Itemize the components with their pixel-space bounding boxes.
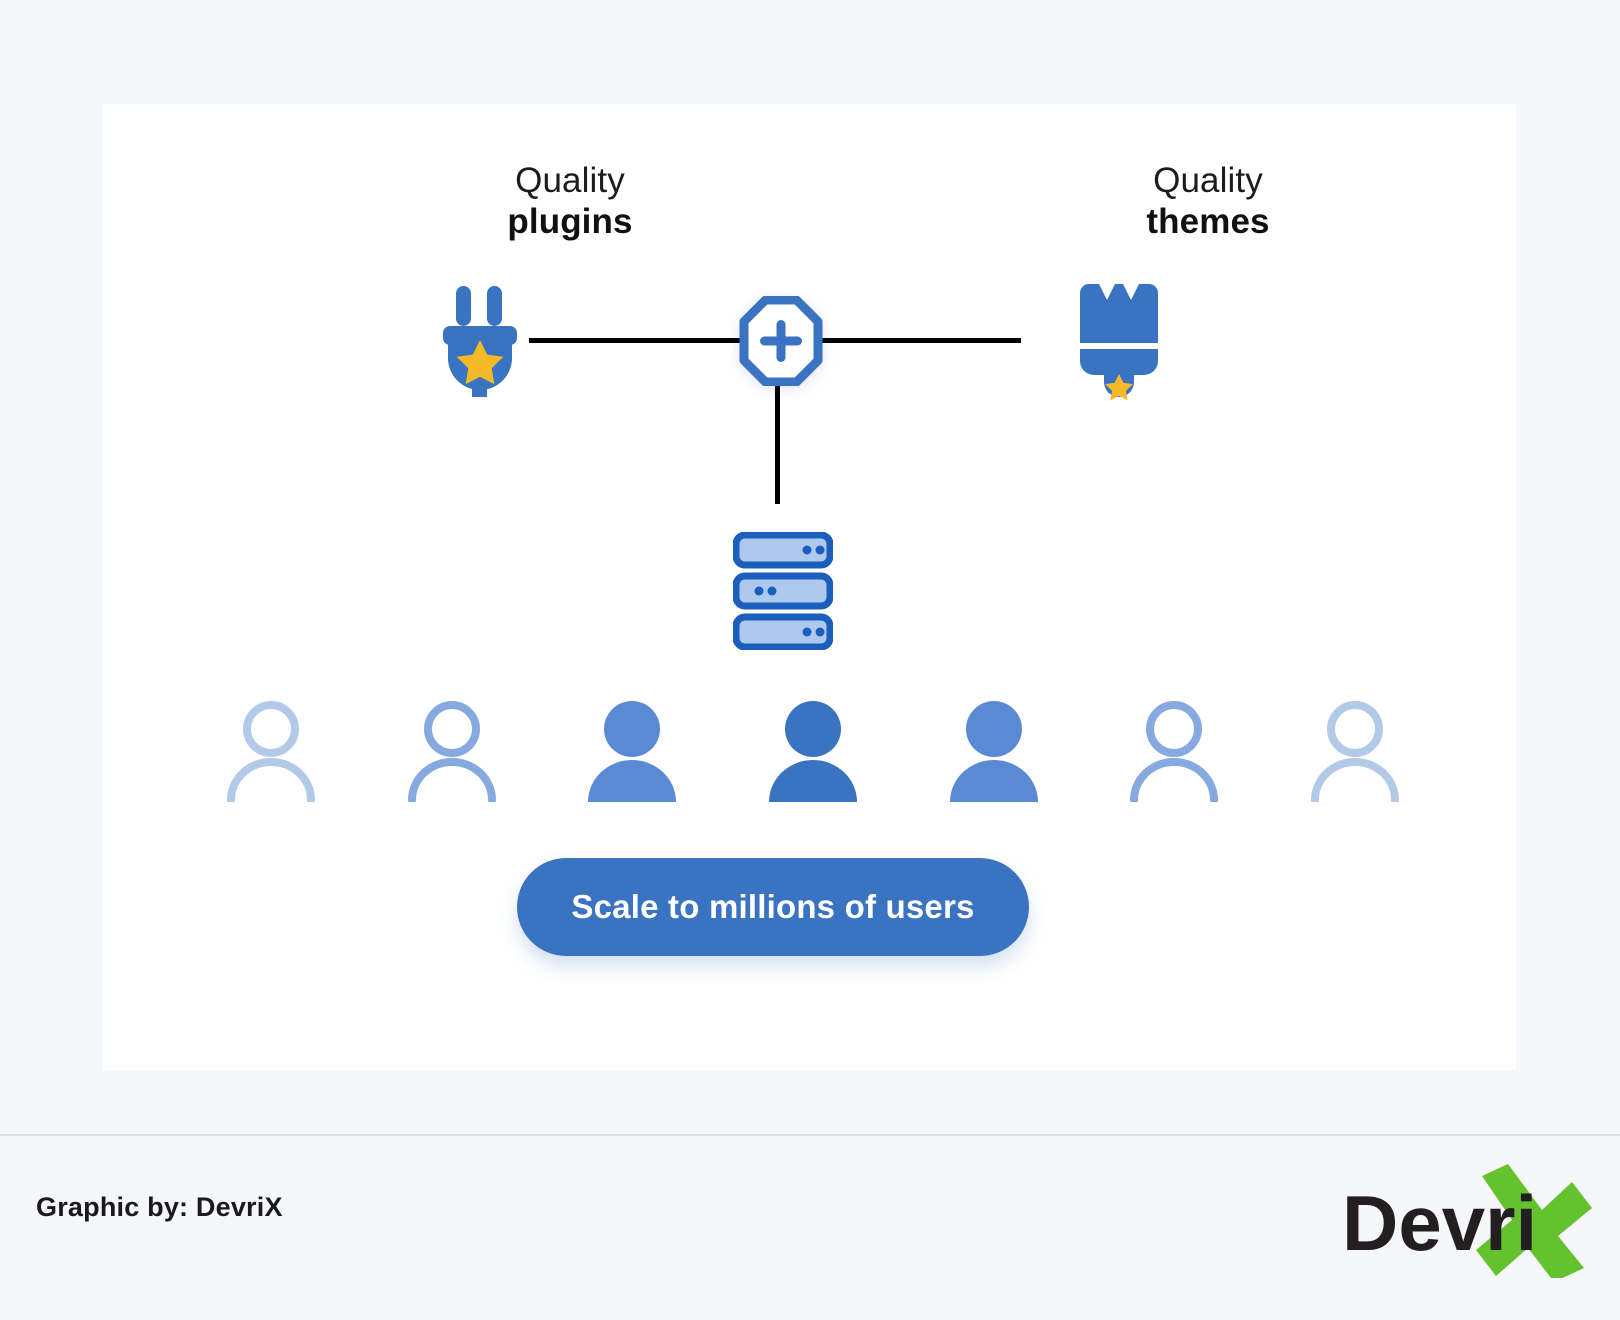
person-icon-5 xyxy=(949,701,1038,802)
label-themes-top: Quality xyxy=(1153,161,1263,200)
devrix-wordmark: Devri xyxy=(1342,1179,1537,1267)
label-quality-plugins: Quality plugins xyxy=(420,160,720,243)
server-unit-3 xyxy=(732,613,834,651)
person-icon-3 xyxy=(588,701,677,802)
infographic-canvas: Quality plugins Quality themes Scale to … xyxy=(0,0,1620,1320)
person-icon-1 xyxy=(227,701,315,802)
paintbrush-icon xyxy=(1063,282,1173,405)
label-themes-bottom: themes xyxy=(1146,202,1270,242)
person-icon-7 xyxy=(1310,701,1399,802)
footer-credit: Graphic by: DevriX xyxy=(36,1192,283,1222)
server-stack-icon xyxy=(732,531,834,655)
plug-icon xyxy=(425,282,535,404)
label-plugins-bottom: plugins xyxy=(507,202,633,242)
people-row xyxy=(223,692,1403,802)
server-unit-1 xyxy=(732,531,834,569)
person-icon-6 xyxy=(1130,701,1219,802)
plus-octagon-icon xyxy=(737,295,825,391)
content-card: Quality plugins Quality themes Scale to … xyxy=(103,104,1516,1070)
scale-to-millions-button[interactable]: Scale to millions of users xyxy=(517,858,1029,956)
person-icon-2 xyxy=(407,701,496,802)
server-unit-2 xyxy=(732,572,834,610)
devrix-logo[interactable]: Devri xyxy=(1332,1158,1592,1282)
person-icon-4 xyxy=(768,701,857,802)
label-quality-themes: Quality themes xyxy=(1058,160,1358,243)
footer-bar: Graphic by: DevriX Devri xyxy=(0,1134,1620,1320)
label-plugins-top: Quality xyxy=(515,161,625,200)
